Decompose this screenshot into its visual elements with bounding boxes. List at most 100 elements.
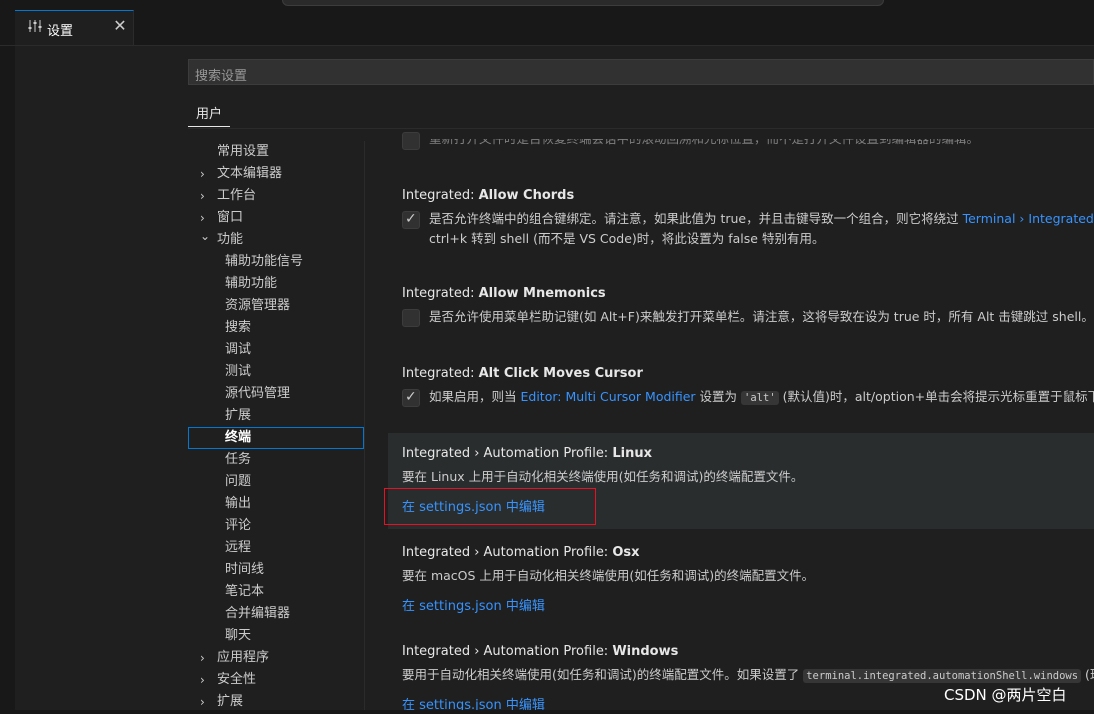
toc-item-label: 扩展 <box>225 408 252 423</box>
toc-item-label: 评论 <box>225 518 252 533</box>
chevron-right-icon: › <box>200 189 205 203</box>
chevron-right-icon: › <box>200 167 205 181</box>
search-input[interactable]: 搜索设置 <box>188 59 1094 85</box>
check-icon: ✓ <box>405 211 417 227</box>
toc-item-label: 辅助功能信号 <box>225 254 304 269</box>
toc-item-label: 聊天 <box>225 628 252 643</box>
tab-bar: 设置 ✕ <box>0 10 1094 46</box>
toc-item-label: 文本编辑器 <box>217 166 283 181</box>
toc-item-label: 笔记本 <box>225 584 265 599</box>
toc-item[interactable]: 源代码管理 <box>188 383 364 405</box>
toc-item[interactable]: 评论 <box>188 515 364 537</box>
chevron-right-icon: › <box>200 673 205 687</box>
toc-item[interactable]: 问题 <box>188 471 364 493</box>
toc-item-label: 资源管理器 <box>225 298 291 313</box>
toc-item[interactable]: 终端 <box>188 427 364 449</box>
toc-item-label: 时间线 <box>225 562 265 577</box>
toc-item[interactable]: 扩展 <box>188 405 364 427</box>
toc-separator <box>364 141 365 714</box>
setting-description: 要用于自动化相关终端使用(如任务和调试)的终端配置文件。如果设置了 termin… <box>402 667 1094 683</box>
checkbox[interactable]: ✓ <box>402 389 420 407</box>
checkbox[interactable] <box>402 132 420 150</box>
toc-item-label: 常用设置 <box>217 144 270 159</box>
setting-automation-osx: Integrated › Automation Profile: Osx 要在 … <box>388 533 1094 629</box>
edit-in-settings-json-link[interactable]: 在 settings.json 中编辑 <box>402 595 545 614</box>
toc-item[interactable]: 任务 <box>188 449 364 471</box>
toc-item-label: 测试 <box>225 364 252 379</box>
toc-item-label: 调试 <box>225 342 252 357</box>
toc-item[interactable]: ⌄ 功能 <box>188 229 364 251</box>
setting-title: Integrated: Allow Chords <box>402 188 575 203</box>
toc-item-label: 任务 <box>225 452 252 467</box>
toc-item[interactable]: 辅助功能 <box>188 273 364 295</box>
checkbox[interactable] <box>402 309 420 327</box>
scope-label: 用户 <box>196 107 223 122</box>
active-tab-underline <box>188 126 230 127</box>
left-gutter <box>0 46 15 714</box>
setting-description: 重新打开文件时是否恢复终端会话中的滚动回溯和光标位置，而不是打开文件设置到编辑器… <box>429 131 980 146</box>
toc-item-label: 功能 <box>217 232 244 247</box>
toc-item[interactable]: 资源管理器 <box>188 295 364 317</box>
toc-item-label: 搜索 <box>225 320 252 335</box>
toc-item[interactable]: 搜索 <box>188 317 364 339</box>
title-bar <box>0 0 1094 10</box>
setting-description: 如果启用，则当 Editor: Multi Cursor Modifier 设置… <box>429 389 1094 405</box>
tab-settings[interactable]: 设置 ✕ <box>15 10 134 45</box>
toc-item-label: 源代码管理 <box>225 386 291 401</box>
toc-item[interactable]: › 工作台 <box>188 185 364 207</box>
toc-item[interactable]: 远程 <box>188 537 364 559</box>
chevron-right-icon: › <box>200 651 205 665</box>
settings-list: 重新打开文件时是否恢复终端会话中的滚动回溯和光标位置，而不是打开文件设置到编辑器… <box>388 129 1094 714</box>
inline-code: 'alt' <box>741 391 779 405</box>
setting-description: 是否允许使用菜单栏助记键(如 Alt+F)来触发打开菜单栏。请注意，这将导致在设… <box>429 309 1094 324</box>
tab-title: 设置 <box>47 24 74 39</box>
setting-title: Integrated: Alt Click Moves Cursor <box>402 366 643 381</box>
toc-item-label: 窗口 <box>217 210 244 225</box>
watermark: CSDN @两片空白 <box>944 686 1067 704</box>
toc-item-label: 输出 <box>225 496 252 511</box>
toc-item[interactable]: 时间线 <box>188 559 364 581</box>
annotation-highlight-box <box>384 488 596 525</box>
toc-item[interactable]: › 窗口 <box>188 207 364 229</box>
command-center[interactable] <box>282 0 884 6</box>
toc-item[interactable]: 输出 <box>188 493 364 515</box>
check-icon: ✓ <box>405 389 417 405</box>
setting-link[interactable]: Terminal › Integrated <box>963 211 1094 226</box>
setting-title: Integrated › Automation Profile: Linux <box>402 446 652 461</box>
toc-item[interactable]: 测试 <box>188 361 364 383</box>
setting-description: 要在 Linux 上用于自动化相关终端使用(如任务和调试)的终端配置文件。 <box>402 469 804 484</box>
tab-user-scope[interactable]: 用户 <box>188 100 230 128</box>
toc-item[interactable]: 聊天 <box>188 625 364 647</box>
setting-allow-chords: Integrated: Allow Chords ✓ 是否允许终端中的组合键绑定… <box>388 179 1094 259</box>
setting-allow-mnemonics: Integrated: Allow Mnemonics 是否允许使用菜单栏助记键… <box>388 277 1094 337</box>
setting-title: Integrated › Automation Profile: Osx <box>402 545 640 560</box>
toc-item[interactable]: › 应用程序 <box>188 647 364 669</box>
close-icon[interactable]: ✕ <box>111 17 129 35</box>
toc-item[interactable]: 笔记本 <box>188 581 364 603</box>
setting-description: 要在 macOS 上用于自动化相关终端使用(如任务和调试)的终端配置文件。 <box>402 568 815 583</box>
setting-link[interactable]: Editor: Multi Cursor Modifier <box>520 389 695 404</box>
toc-item-label: 安全性 <box>217 672 257 687</box>
setting-title: Integrated › Automation Profile: Windows <box>402 644 679 659</box>
toc-item-label: 终端 <box>225 430 252 445</box>
setting-description-line2: ctrl+k 转到 shell (而不是 VS Code)时，将此设置为 fal… <box>429 231 825 246</box>
toc-item-label: 合并编辑器 <box>225 606 291 621</box>
toc-item[interactable]: 常用设置 <box>188 141 364 163</box>
bottom-edge <box>0 710 1094 714</box>
chevron-down-icon: ⌄ <box>200 229 211 243</box>
setting-title: Integrated: Allow Mnemonics <box>402 286 606 301</box>
toc-item[interactable]: › 安全性 <box>188 669 364 691</box>
toc-item-label: 应用程序 <box>217 650 270 665</box>
toc-item-label: 工作台 <box>217 188 257 203</box>
toc-item-label: 辅助功能 <box>225 276 278 291</box>
inline-code: terminal.integrated.automationShell.wind… <box>803 669 1082 683</box>
toc-item[interactable]: 合并编辑器 <box>188 603 364 625</box>
toc-item[interactable]: › 文本编辑器 <box>188 163 364 185</box>
toc-item-label: 问题 <box>225 474 252 489</box>
toc-item[interactable]: 调试 <box>188 339 364 361</box>
setting-description: 是否允许终端中的组合键绑定。请注意，如果此值为 true，并且击键导致一个组合，… <box>429 211 1094 226</box>
setting-alt-click: Integrated: Alt Click Moves Cursor ✓ 如果启… <box>388 357 1094 417</box>
toc-item[interactable]: 辅助功能信号 <box>188 251 364 273</box>
checkbox[interactable]: ✓ <box>402 211 420 229</box>
setting-truncated: 重新打开文件时是否恢复终端会话中的滚动回溯和光标位置，而不是打开文件设置到编辑器… <box>388 129 1094 159</box>
